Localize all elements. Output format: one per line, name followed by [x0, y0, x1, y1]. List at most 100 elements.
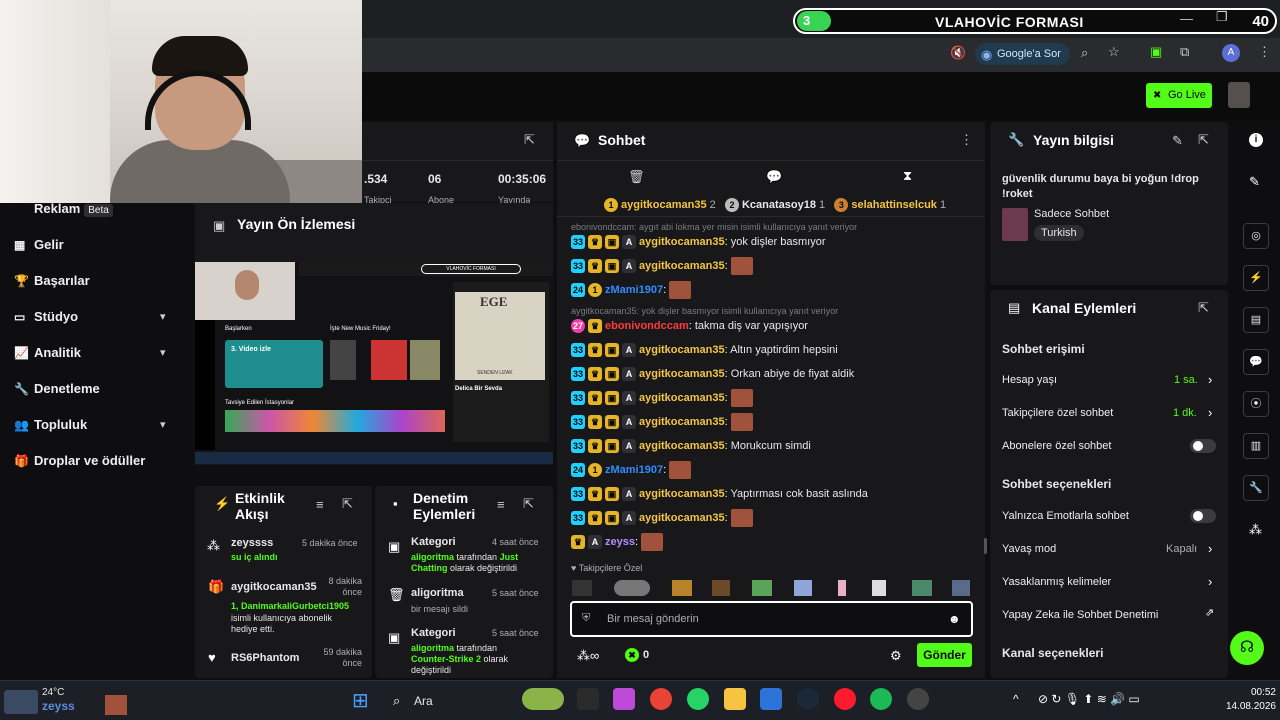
sidebar-item-gelir[interactable]: ▦ Gelir [14, 237, 64, 257]
gifter-name[interactable]: aygitkocaman35 [621, 199, 707, 211]
chat-bubble-icon[interactable]: 💬 [766, 170, 782, 183]
edit-pencil-icon[interactable]: ✎ [1172, 134, 1183, 147]
account-age-row[interactable]: Hesap yaşı [1002, 374, 1057, 386]
chevron-down-icon[interactable]: ▾ [160, 418, 166, 431]
category-name[interactable]: Sadece Sohbet [1034, 208, 1109, 220]
mod-user[interactable]: aligoritma [411, 552, 454, 562]
emote-only-toggle[interactable] [1190, 509, 1216, 523]
taskbar-search[interactable]: Ara [414, 694, 433, 708]
chat-username[interactable]: aygitkocaman35 [639, 512, 725, 524]
sidebar-item-denetleme[interactable]: 🔧 Denetleme [14, 381, 100, 401]
external-link-icon[interactable]: ⇗ [1205, 608, 1214, 619]
windows-start-icon[interactable]: ⊞ [352, 690, 374, 712]
emoji-icon[interactable]: ☻ [948, 612, 961, 626]
popout-icon[interactable]: ⇱ [524, 133, 535, 146]
weather-icon[interactable] [4, 690, 38, 714]
slow-mode-row[interactable]: Yavaş mod [1002, 543, 1056, 555]
chevron-right-icon[interactable]: › [1208, 373, 1212, 386]
broadcast-icon[interactable]: ⦿ [1243, 391, 1269, 417]
emote-item[interactable] [952, 580, 970, 596]
notes-icon[interactable]: ▤ [1243, 307, 1269, 333]
ai-moderation-row[interactable]: Yapay Zeka ile Sohbet Denetimi [1002, 609, 1158, 621]
subs-only-toggle[interactable] [1190, 439, 1216, 453]
profile-avatar[interactable]: A [1222, 44, 1240, 62]
google-ask-button[interactable]: ◉ Google'a Sor [975, 43, 1070, 65]
pencil-icon[interactable]: ✎ [1249, 175, 1260, 188]
opera-icon[interactable] [834, 688, 856, 710]
filter-icon[interactable]: ≡ [497, 498, 505, 511]
emote-item[interactable] [872, 580, 886, 596]
sidebar-item-droplar[interactable]: 🎁 Droplar ve ödüller [14, 453, 145, 473]
popout-icon[interactable]: ⇱ [1198, 301, 1209, 314]
popout-icon[interactable]: ⇱ [1198, 133, 1209, 146]
chat-username[interactable]: aygitkocaman35 [639, 392, 725, 404]
chevron-right-icon[interactable]: › [1208, 406, 1212, 419]
chevron-down-icon[interactable]: ▾ [160, 346, 166, 359]
chrome-icon[interactable] [650, 688, 672, 710]
sidebar-item-studyo[interactable]: ▭ Stüdyo [14, 309, 78, 329]
browser-menu-icon[interactable]: ⋮ [1258, 45, 1271, 58]
chat-bubble-icon[interactable]: 💬 [1243, 349, 1269, 375]
bolt-icon[interactable]: ⚡ [1243, 265, 1269, 291]
activity-user[interactable]: zeyssss [231, 537, 273, 549]
chevron-down-icon[interactable]: ▾ [160, 310, 166, 323]
taskview-icon[interactable] [577, 688, 599, 710]
emote-item[interactable] [672, 580, 692, 596]
settings-gear-icon[interactable]: ⚙ [890, 649, 902, 662]
emote-item[interactable] [794, 580, 812, 596]
emote-item[interactable] [912, 580, 932, 596]
gifter-name[interactable]: Kcanatasoy18 [742, 199, 816, 211]
chat-username[interactable]: aygitkocaman35 [639, 260, 725, 272]
tray-chevron-icon[interactable]: ^ [1013, 692, 1019, 706]
emote-item[interactable] [838, 580, 846, 596]
tray-icons[interactable]: ⊘ ↻ 🎙 ⬆ ≋ 🔊 ▭ [1038, 692, 1140, 706]
activity-user[interactable]: RS6Phantom [231, 652, 299, 664]
extensions-icon[interactable]: ⧉ [1180, 45, 1189, 58]
chevron-right-icon[interactable]: › [1208, 542, 1212, 555]
maximize-icon[interactable]: ❐ [1216, 10, 1228, 23]
drops-icon[interactable]: ⁂ [1249, 523, 1262, 536]
sidebar-item-analitik[interactable]: 📈 Analitik [14, 345, 81, 365]
channel-points-icon[interactable]: ⁂∞ [577, 649, 599, 662]
chat-username[interactable]: aygitkocaman35 [639, 440, 725, 452]
go-live-button[interactable]: ✖ Go Live [1146, 83, 1212, 108]
chat-username[interactable]: ebonivondccam [605, 320, 689, 332]
help-headset-icon[interactable]: ☊ [1230, 631, 1264, 665]
layout-icon[interactable]: ▥ [1243, 433, 1269, 459]
wrench-icon[interactable]: 🔧 [1243, 475, 1269, 501]
store-icon[interactable] [760, 688, 782, 710]
info-icon[interactable]: i [1249, 133, 1263, 147]
chat-input[interactable]: ⛨ Bir mesaj gönderin ☻ [570, 601, 973, 637]
user-avatar[interactable] [1228, 82, 1250, 108]
banned-words-row[interactable]: Yasaklanmış kelimeler [1002, 576, 1111, 588]
sidebar-item-basarilar[interactable]: 🏆 Başarılar [14, 273, 90, 293]
spotify-icon[interactable] [870, 688, 892, 710]
camera-icon[interactable]: ◎ [1243, 223, 1269, 249]
sidebar-item-reklam[interactable]: Reklam Beta [14, 201, 113, 221]
chat-username[interactable]: zMami1907 [605, 464, 663, 476]
kick-extension-icon[interactable]: ▣ [1150, 45, 1162, 58]
emote-item[interactable] [712, 580, 730, 596]
chat-menu-icon[interactable]: ⋮ [960, 133, 973, 146]
chevron-right-icon[interactable]: › [1208, 575, 1212, 588]
chat-username[interactable]: aygitkocaman35 [639, 344, 725, 356]
copilot-icon[interactable] [613, 688, 635, 710]
popout-icon[interactable]: ⇱ [342, 497, 353, 510]
followers-only-row[interactable]: Takipçilere özel sohbet [1002, 407, 1113, 419]
explorer-icon[interactable] [724, 688, 746, 710]
activity-detail-user[interactable]: 1, DanimarkaliGurbetci1905 [231, 601, 349, 611]
chat-username[interactable]: aygitkocaman35 [639, 416, 725, 428]
minimize-icon[interactable]: — [1180, 12, 1193, 25]
chat-scrollbar[interactable] [984, 538, 987, 554]
activity-user[interactable]: aygitkocaman35 [231, 581, 317, 593]
gifter-name[interactable]: selahattinselcuk [851, 199, 937, 211]
chat-username[interactable]: zeyss [605, 536, 635, 548]
chat-username[interactable]: aygitkocaman35 [639, 236, 725, 248]
taskbar-widget[interactable] [522, 688, 564, 710]
chat-username[interactable]: zMami1907 [605, 284, 663, 296]
mod-item-title[interactable]: aligoritma [411, 587, 464, 599]
bookmark-star-icon[interactable]: ☆ [1108, 45, 1120, 58]
steam-icon[interactable] [797, 688, 819, 710]
whatsapp-icon[interactable] [687, 688, 709, 710]
sidebar-item-topluluk[interactable]: 👥 Topluluk [14, 417, 87, 437]
